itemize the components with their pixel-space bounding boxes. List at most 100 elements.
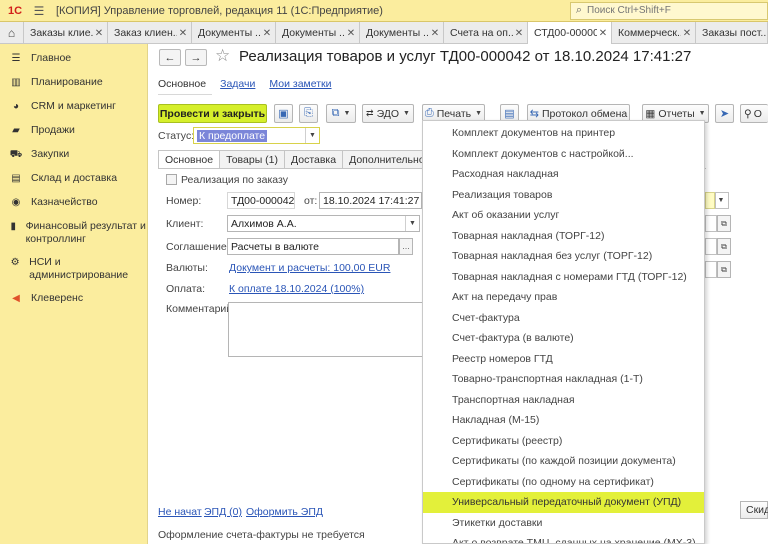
- sidebar-item-finance[interactable]: ▮ Финансовый результат и контроллинг: [0, 216, 147, 250]
- tab-goods[interactable]: Товары (1): [219, 150, 285, 168]
- edo-button[interactable]: ⇄ ЭДО ▼: [362, 104, 414, 123]
- close-icon[interactable]: ✕: [345, 28, 357, 39]
- sidebar-item-purchases[interactable]: ⛟ Закупки: [0, 144, 147, 165]
- print-menu-item[interactable]: Комплект документов с настройкой...: [423, 144, 704, 165]
- send-icon[interactable]: ➤: [715, 104, 734, 123]
- open-icon[interactable]: ⧉: [717, 261, 731, 278]
- sidebar-item-admin[interactable]: ⚙ НСИ и администрирование: [0, 252, 147, 286]
- number-field[interactable]: ТД00-000042: [227, 192, 295, 209]
- comment-field[interactable]: [228, 302, 424, 357]
- tab-item[interactable]: Документы ... ✕: [360, 22, 444, 44]
- section-notes[interactable]: Мои заметки: [269, 78, 331, 90]
- tab-item[interactable]: Коммерческ... ✕: [612, 22, 696, 44]
- close-icon[interactable]: ✕: [177, 28, 189, 39]
- agreement-label: Соглашение:: [166, 241, 230, 253]
- chevron-down-icon[interactable]: ▼: [716, 193, 728, 208]
- agreement-field[interactable]: Расчеты в валюте: [227, 238, 399, 255]
- tab-additional[interactable]: Дополнительно: [342, 150, 432, 168]
- section-tasks[interactable]: Задачи: [220, 78, 255, 90]
- print-menu-item[interactable]: Товарно-транспортная накладная (1-Т): [423, 369, 704, 390]
- payment-link[interactable]: К оплате 18.10.2024 (100%): [229, 283, 364, 295]
- print-menu-item[interactable]: Сертификаты (по одному на сертификат): [423, 472, 704, 493]
- sidebar-item-main[interactable]: ☰ Главное: [0, 48, 147, 69]
- print-menu-item[interactable]: Счет-фактура (в валюте): [423, 328, 704, 349]
- print-menu-item[interactable]: Товарная накладная с номерами ГТД (ТОРГ-…: [423, 267, 704, 288]
- discount-button[interactable]: Скид: [740, 501, 768, 519]
- tab-item-active[interactable]: СТД00-000001✕: [528, 22, 612, 44]
- field-right-1[interactable]: [705, 215, 717, 232]
- print-menu-item[interactable]: Сертификаты (реестр): [423, 431, 704, 452]
- post-icon[interactable]: ⎘: [299, 104, 318, 123]
- print-menu-item-upd[interactable]: Универсальный передаточный документ (УПД…: [423, 492, 704, 513]
- select-ellipsis-icon[interactable]: …: [399, 238, 413, 255]
- field-dropdown[interactable]: ▼: [715, 192, 729, 209]
- status-select[interactable]: К предоплате ▼: [193, 127, 320, 144]
- tab-item[interactable]: Документы ... ✕: [192, 22, 276, 44]
- search-doc-icon: ⚲: [744, 107, 752, 120]
- tab-delivery[interactable]: Доставка: [284, 150, 344, 168]
- form-sections: Основное Задачи Мои заметки: [158, 78, 346, 90]
- section-main[interactable]: Основное: [158, 78, 206, 90]
- open-icon[interactable]: ⧉: [717, 215, 731, 232]
- print-menu-item[interactable]: Акт о возврате ТМЦ, сданных на хранение …: [423, 533, 704, 543]
- chevron-down-icon[interactable]: ▼: [305, 128, 319, 143]
- sidebar-item-crm[interactable]: ◕ CRM и маркетинг: [0, 96, 147, 117]
- order-checkbox[interactable]: [166, 174, 177, 185]
- tab-item[interactable]: Документы ... ✕: [276, 22, 360, 44]
- sidebar-item-planning[interactable]: ▥ Планирование: [0, 72, 147, 93]
- print-menu-item[interactable]: Товарная накладная без услуг (ТОРГ-12): [423, 246, 704, 267]
- close-icon[interactable]: ✕: [681, 28, 693, 39]
- print-menu-item[interactable]: Расходная накладная: [423, 164, 704, 185]
- print-menu-item[interactable]: Этикетки доставки: [423, 513, 704, 534]
- sidebar-item-treasury[interactable]: ◉ Казначейство: [0, 192, 147, 213]
- currency-link[interactable]: Документ и расчеты: 100,00 EUR: [229, 262, 390, 274]
- back-icon[interactable]: ←: [159, 49, 181, 66]
- create-epd-link[interactable]: Оформить ЭПД: [246, 506, 323, 518]
- forward-icon[interactable]: →: [185, 49, 207, 66]
- print-menu-item[interactable]: Накладная (М-15): [423, 410, 704, 431]
- tab-item[interactable]: Заказы пост...: [696, 22, 768, 44]
- close-icon[interactable]: ✕: [513, 28, 525, 39]
- more-button[interactable]: ⚲ О: [740, 104, 768, 123]
- favorite-star-icon[interactable]: ☆: [215, 46, 230, 66]
- sidebar-item-sales[interactable]: ▰ Продажи: [0, 120, 147, 141]
- client-field[interactable]: Алхимов А.А. ▼: [227, 215, 420, 232]
- print-menu-item[interactable]: Транспортная накладная: [423, 390, 704, 411]
- hamburger-icon[interactable]: ☰: [30, 0, 48, 22]
- print-menu-item[interactable]: Сертификаты (по каждой позиции документа…: [423, 451, 704, 472]
- edo-status-link[interactable]: Не начат: [158, 506, 202, 518]
- tab-main[interactable]: Основное: [158, 150, 221, 168]
- print-menu-item[interactable]: Товарная накладная (ТОРГ-12): [423, 226, 704, 247]
- home-icon[interactable]: ⌂: [0, 22, 24, 44]
- tab-item[interactable]: Заказы клие... ✕: [24, 22, 108, 44]
- global-search[interactable]: ⌕: [570, 1, 768, 20]
- tab-item[interactable]: Заказ клиен... ✕: [108, 22, 192, 44]
- print-menu-item[interactable]: Реализация товаров: [423, 185, 704, 206]
- print-menu-item[interactable]: Акт об оказании услуг: [423, 205, 704, 226]
- tab-item[interactable]: Счета на оп... ✕: [444, 22, 528, 44]
- sidebar-item-warehouse[interactable]: ▤ Склад и доставка: [0, 168, 147, 189]
- field-right-3[interactable]: [705, 261, 717, 278]
- print-menu-item[interactable]: Акт на передачу прав: [423, 287, 704, 308]
- post-and-close-button[interactable]: Провести и закрыть: [158, 104, 267, 123]
- create-based-on-icon[interactable]: ⧉ ▼: [326, 104, 356, 123]
- close-icon[interactable]: ✕: [429, 28, 441, 39]
- sidebar-item-cleverence[interactable]: ◀ Клеверенс: [0, 288, 147, 309]
- chevron-down-icon[interactable]: ▼: [405, 216, 419, 231]
- close-icon[interactable]: ✕: [261, 28, 273, 39]
- printer-icon: ⎙: [424, 107, 434, 119]
- close-icon[interactable]: ✕: [597, 28, 609, 39]
- print-menu-item[interactable]: Комплект документов на принтер: [423, 123, 704, 144]
- close-icon[interactable]: ✕: [93, 28, 105, 39]
- epd-count-link[interactable]: ЭПД (0): [204, 506, 242, 518]
- print-menu-item[interactable]: Реестр номеров ГТД: [423, 349, 704, 370]
- highlighted-field[interactable]: [705, 192, 715, 209]
- print-menu-item[interactable]: Счет-фактура: [423, 308, 704, 329]
- search-input[interactable]: [587, 5, 757, 16]
- date-label: от:: [304, 195, 318, 207]
- bag-icon: ▰: [12, 125, 20, 136]
- date-field[interactable]: 18.10.2024 17:41:27: [319, 192, 422, 209]
- open-icon[interactable]: ⧉: [717, 238, 731, 255]
- field-right-2[interactable]: [705, 238, 717, 255]
- save-icon[interactable]: ▣: [274, 104, 293, 123]
